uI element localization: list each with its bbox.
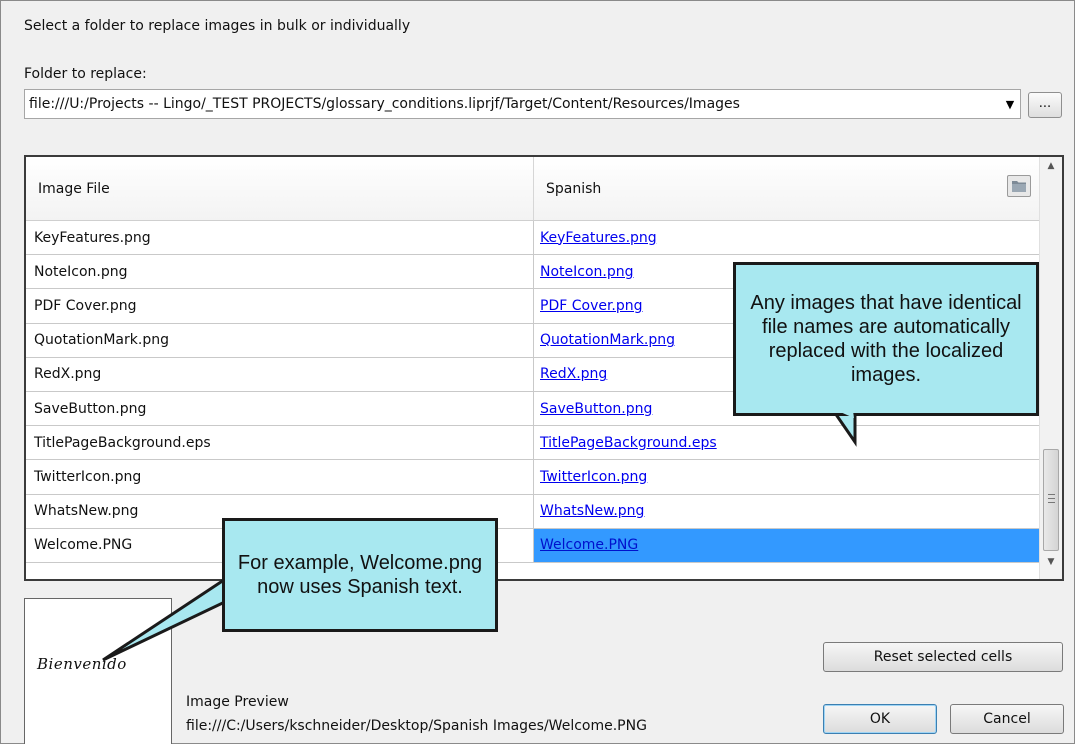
cancel-button[interactable]: Cancel bbox=[950, 704, 1064, 734]
table-row[interactable]: TwitterIcon.png TwitterIcon.png bbox=[26, 460, 1039, 495]
image-file-cell[interactable]: PDF Cover.png bbox=[26, 289, 534, 323]
table-row[interactable]: KeyFeatures.png KeyFeatures.png bbox=[26, 221, 1039, 256]
folder-combobox[interactable]: file:///U:/Projects -- Lingo/_TEST PROJE… bbox=[24, 89, 1021, 119]
table-row[interactable]: TitlePageBackground.eps TitlePageBackgrou… bbox=[26, 426, 1039, 461]
table-row[interactable]: Welcome.PNG Welcome.PNG bbox=[26, 528, 1039, 563]
image-file-cell[interactable]: SaveButton.png bbox=[26, 391, 534, 426]
scroll-up-icon[interactable]: ▲ bbox=[1040, 161, 1062, 179]
image-file-cell[interactable]: QuotationMark.png bbox=[26, 323, 534, 357]
callout-identical-names: Any images that have identical file name… bbox=[733, 262, 1039, 416]
image-preview-box: Bienvenido bbox=[24, 598, 172, 744]
grid-header: Image File Spanish bbox=[26, 157, 1039, 221]
folder-combobox-value: file:///U:/Projects -- Lingo/_TEST PROJE… bbox=[29, 96, 740, 112]
spanish-image-link[interactable]: Welcome.PNG bbox=[534, 528, 1039, 562]
folder-label: Folder to replace: bbox=[24, 66, 147, 82]
column-header-spanish-label: Spanish bbox=[546, 180, 602, 197]
column-header-image-file[interactable]: Image File bbox=[26, 157, 534, 220]
instruction-text: Select a folder to replace images in bul… bbox=[24, 18, 411, 34]
image-file-cell[interactable]: TitlePageBackground.eps bbox=[26, 426, 534, 460]
preview-image: Bienvenido bbox=[37, 655, 127, 673]
spanish-image-link[interactable]: TitlePageBackground.eps bbox=[534, 426, 1039, 459]
ok-button[interactable]: OK bbox=[823, 704, 937, 734]
grid-scrollbar[interactable]: ▲ ▼ bbox=[1039, 157, 1062, 579]
browse-button[interactable]: ... bbox=[1028, 92, 1062, 118]
spanish-image-link[interactable]: TwitterIcon.png bbox=[534, 460, 1039, 493]
scroll-down-icon[interactable]: ▼ bbox=[1040, 557, 1062, 575]
table-row[interactable]: WhatsNew.png WhatsNew.png bbox=[26, 494, 1039, 529]
column-header-spanish[interactable]: Spanish bbox=[534, 157, 1039, 220]
reset-selected-cells-button[interactable]: Reset selected cells bbox=[823, 642, 1063, 672]
scrollbar-thumb[interactable] bbox=[1043, 449, 1059, 551]
image-preview-label: Image Preview bbox=[186, 694, 289, 710]
spanish-image-link[interactable]: WhatsNew.png bbox=[534, 495, 1039, 528]
image-file-cell[interactable]: RedX.png bbox=[26, 357, 534, 391]
dropdown-arrow-icon[interactable]: ▼ bbox=[1000, 98, 1020, 111]
spanish-image-link[interactable]: KeyFeatures.png bbox=[534, 221, 1039, 254]
image-file-cell[interactable]: NoteIcon.png bbox=[26, 255, 534, 289]
image-preview-path: file:///C:/Users/kschneider/Desktop/Span… bbox=[186, 718, 647, 734]
callout-example: For example, Welcome.png now uses Spanis… bbox=[222, 518, 498, 632]
image-file-cell[interactable]: KeyFeatures.png bbox=[26, 221, 534, 255]
image-file-cell[interactable]: TwitterIcon.png bbox=[26, 460, 534, 494]
folder-icon[interactable] bbox=[1007, 175, 1031, 197]
